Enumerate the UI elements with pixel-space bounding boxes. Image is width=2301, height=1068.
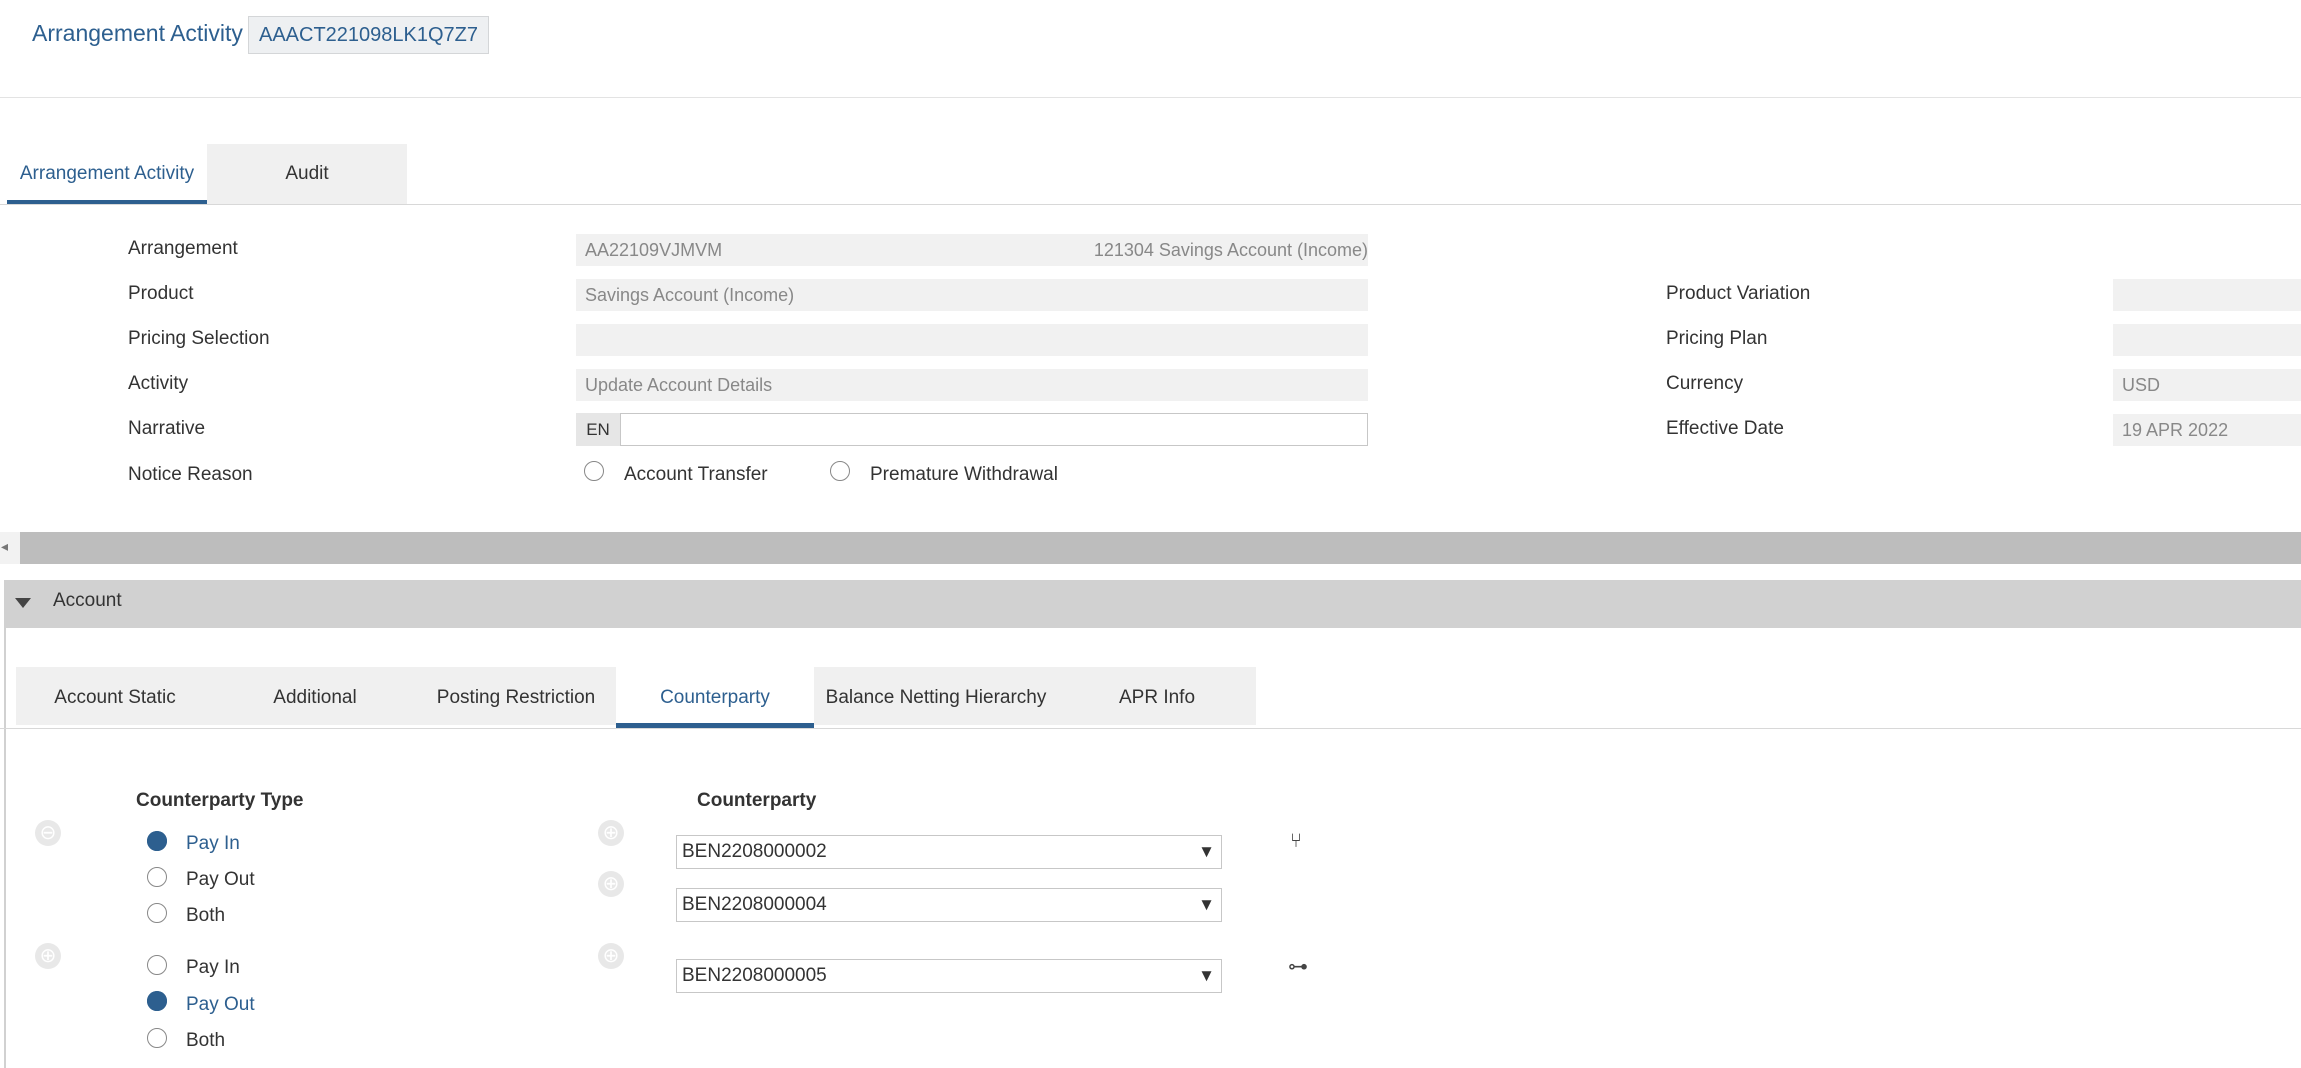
group1-pay-in-label: Pay In <box>186 833 240 854</box>
collapse-left-icon[interactable]: ◂ <box>1 538 8 555</box>
product-field: Savings Account (Income) <box>576 279 1368 311</box>
account-section-title: Account <box>53 590 122 611</box>
subtabs-divider <box>0 728 2301 729</box>
expand-arrow-icon[interactable]: ⊕ <box>598 820 624 846</box>
link-icon[interactable]: ⊶ <box>1288 954 1308 979</box>
group1-pay-in-radio[interactable] <box>147 831 167 851</box>
counterparty-select-3-value: BEN2208000005 <box>682 965 827 986</box>
counterparty-type-header: Counterparty Type <box>136 790 304 811</box>
group1-both-radio[interactable] <box>147 903 167 923</box>
pricing-selection-label: Pricing Selection <box>128 328 270 349</box>
group2-pay-in-radio[interactable] <box>147 955 167 975</box>
premature-withdrawal-radio[interactable] <box>830 461 850 481</box>
tab-balance-netting-hierarchy[interactable]: Balance Netting Hierarchy <box>814 667 1058 725</box>
tab-counterparty[interactable]: Counterparty <box>616 667 814 728</box>
account-transfer-label: Account Transfer <box>624 464 768 485</box>
narrative-input[interactable] <box>620 413 1368 446</box>
counterparty-select-1[interactable]: BEN2208000002 ▼ <box>676 835 1222 869</box>
premature-withdrawal-label: Premature Withdrawal <box>870 464 1058 485</box>
tab-apr-info[interactable]: APR Info <box>1058 667 1256 725</box>
header-divider <box>0 97 2301 98</box>
hierarchy-icon[interactable]: ⑂ <box>1290 830 1302 853</box>
activity-label: Activity <box>128 373 189 394</box>
counterparty-select-3[interactable]: BEN2208000005 ▼ <box>676 959 1222 993</box>
group1-pay-out-radio[interactable] <box>147 867 167 887</box>
tab-additional[interactable]: Additional <box>214 667 416 725</box>
narrative-language: EN <box>576 413 620 446</box>
pricing-plan-label: Pricing Plan <box>1666 328 1768 349</box>
counterparty-select-2-value: BEN2208000004 <box>682 894 827 915</box>
group2-pay-in-label: Pay In <box>186 957 240 978</box>
effective-date-label: Effective Date <box>1666 418 1784 439</box>
group2-pay-out-label: Pay Out <box>186 994 255 1015</box>
remove-group-icon[interactable]: ⊖ <box>35 820 61 846</box>
account-transfer-radio[interactable] <box>584 461 604 481</box>
group2-pay-out-radio[interactable] <box>147 991 167 1011</box>
tab-audit[interactable]: Audit <box>207 144 407 204</box>
activity-field: Update Account Details <box>576 369 1368 401</box>
product-variation-label: Product Variation <box>1666 283 1811 304</box>
expand-arrow-icon[interactable]: ⊕ <box>598 871 624 897</box>
tab-posting-restriction[interactable]: Posting Restriction <box>416 667 616 725</box>
page-title: Arrangement Activity <box>32 20 243 46</box>
product-variation-field <box>2113 279 2301 311</box>
triangle-down-icon[interactable] <box>15 598 31 608</box>
activity-id-badge: AAACT221098LK1Q7Z7 <box>248 16 490 54</box>
group1-both-label: Both <box>186 905 226 926</box>
expand-arrow-icon[interactable]: ⊕ <box>598 943 624 969</box>
narrative-label: Narrative <box>128 418 206 439</box>
counterparty-header: Counterparty <box>697 790 817 811</box>
group2-both-label: Both <box>186 1030 226 1051</box>
group1-pay-out-label: Pay Out <box>186 869 255 890</box>
tab-arrangement-activity[interactable]: Arrangement Activity <box>7 144 207 204</box>
pricing-selection-field <box>576 324 1368 356</box>
account-section-header[interactable] <box>4 580 2301 628</box>
chevron-down-icon[interactable]: ▼ <box>1198 889 1215 921</box>
section-border <box>4 628 6 1068</box>
top-tabs-divider <box>0 204 2301 205</box>
currency-field: USD <box>2113 369 2301 401</box>
chevron-down-icon[interactable]: ▼ <box>1198 836 1215 868</box>
arrangement-description: 121304 Savings Account (Income) <box>1093 240 1368 260</box>
product-label: Product <box>128 283 194 304</box>
arrangement-field: AA22109VJMVM 121304 Savings Account (Inc… <box>576 234 1368 266</box>
pricing-plan-field <box>2113 324 2301 356</box>
currency-label: Currency <box>1666 373 1744 394</box>
chevron-down-icon[interactable]: ▼ <box>1198 960 1215 992</box>
counterparty-select-2[interactable]: BEN2208000004 ▼ <box>676 888 1222 922</box>
effective-date-field: 19 APR 2022 <box>2113 414 2301 446</box>
counterparty-select-1-value: BEN2208000002 <box>682 841 827 862</box>
group2-both-radio[interactable] <box>147 1028 167 1048</box>
notice-reason-label: Notice Reason <box>128 464 253 485</box>
arrangement-label: Arrangement <box>128 238 238 259</box>
arrangement-value: AA22109VJMVM <box>585 240 723 260</box>
panel-splitter[interactable] <box>20 532 2301 564</box>
tab-account-static[interactable]: Account Static <box>16 667 214 725</box>
add-group-icon[interactable]: ⊕ <box>35 943 61 969</box>
